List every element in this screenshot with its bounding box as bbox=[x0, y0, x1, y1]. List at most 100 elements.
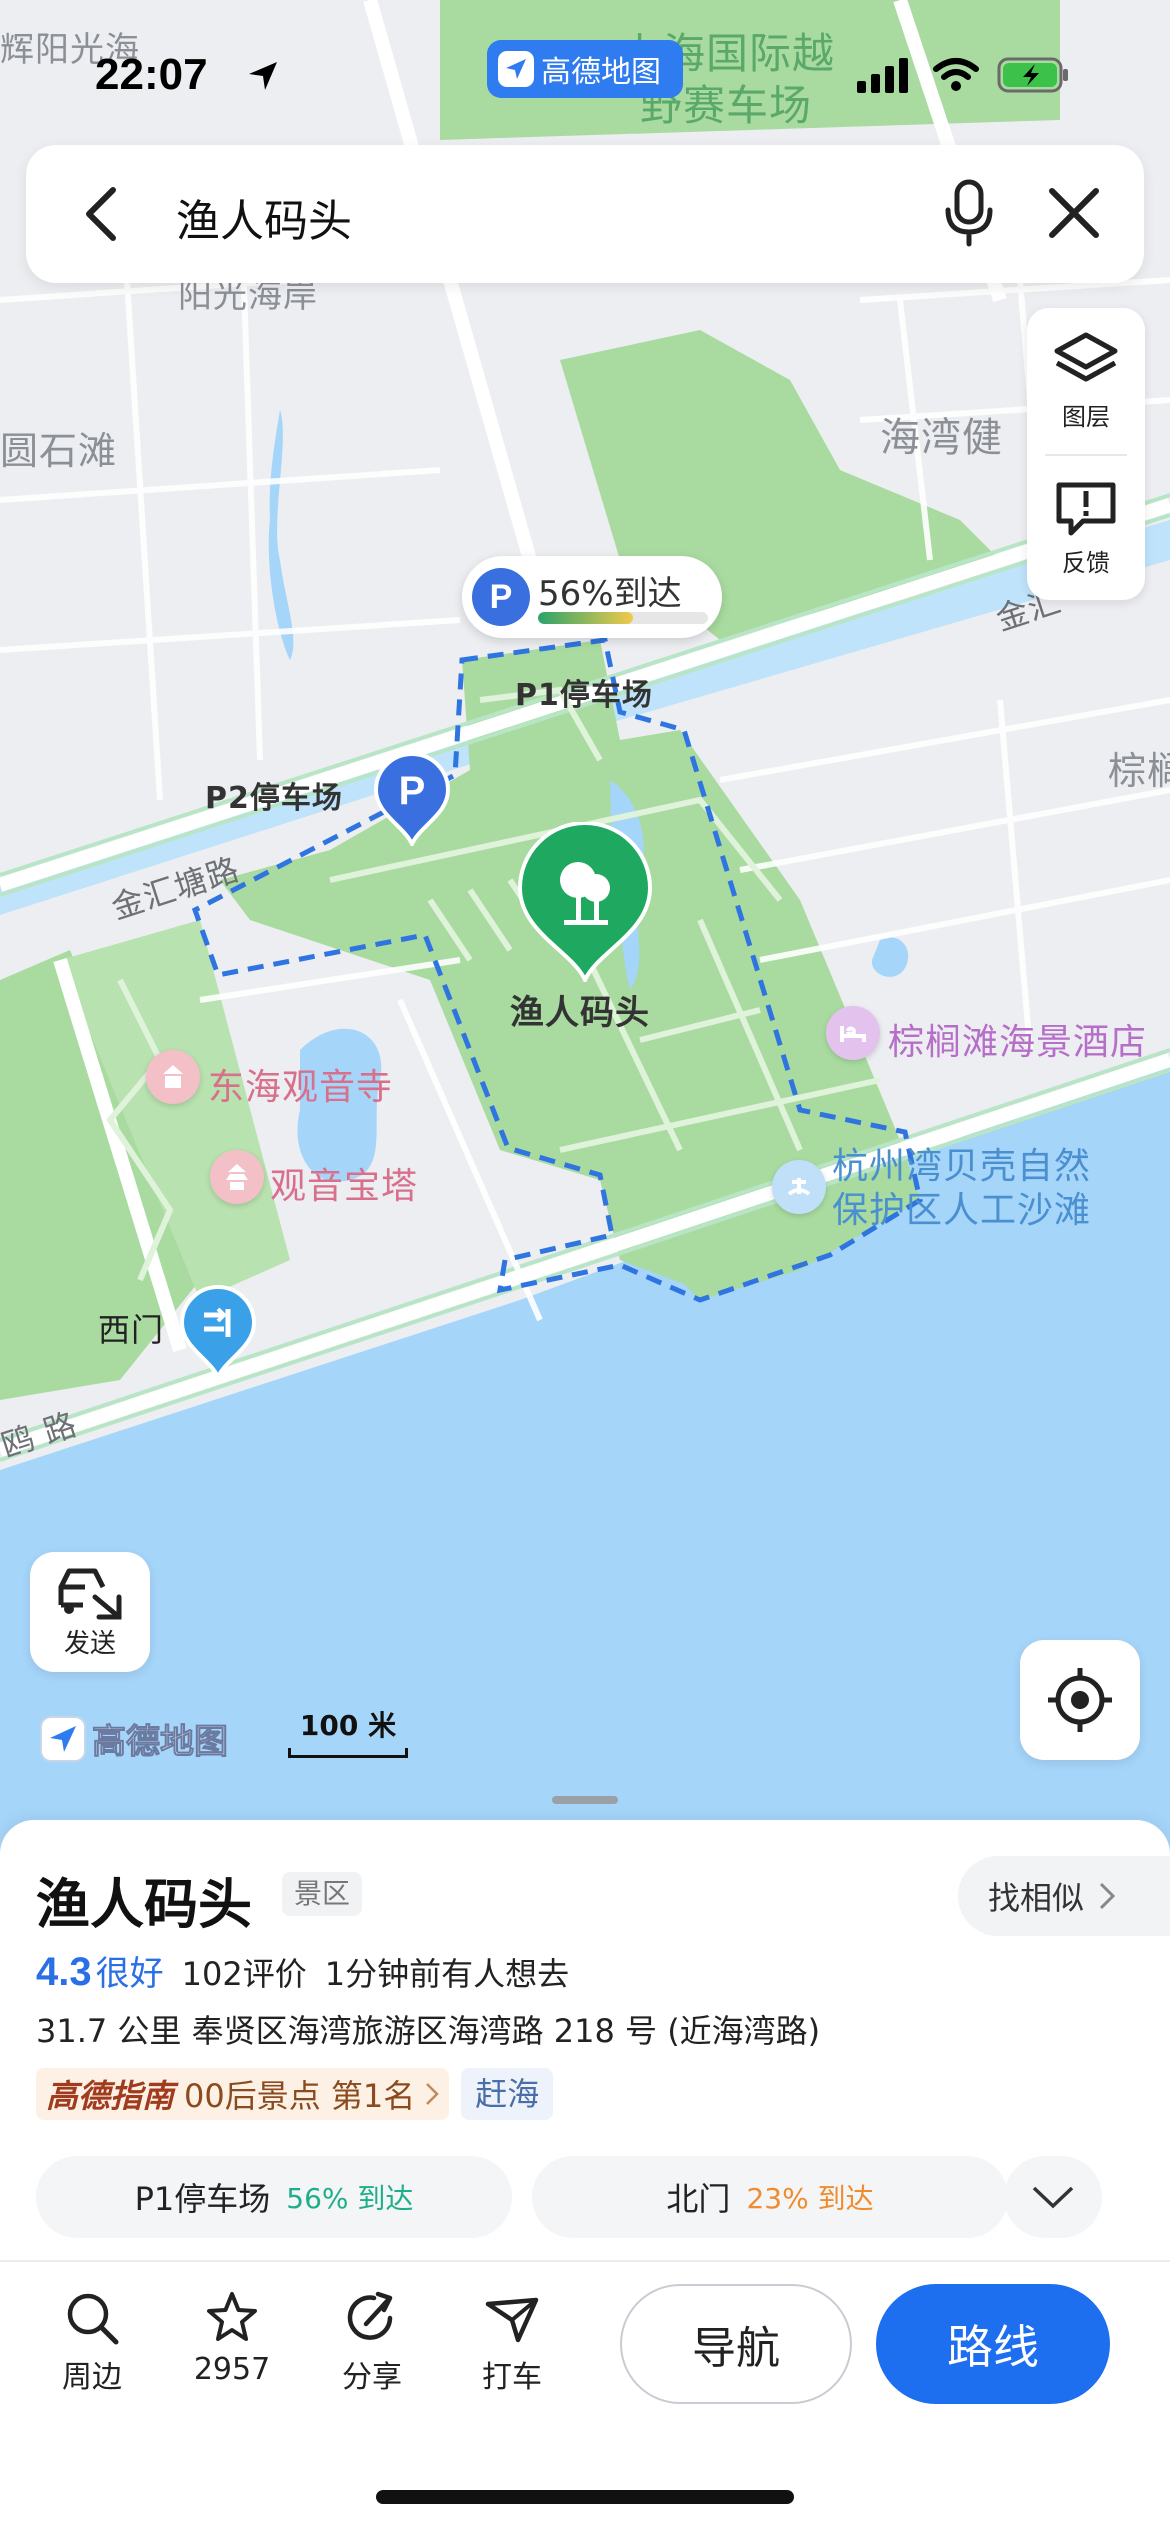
map-label: 棕榈 bbox=[1108, 749, 1170, 793]
navigate-label: 导航 bbox=[692, 2323, 780, 2374]
app-badge[interactable]: 高德地图 bbox=[487, 40, 683, 98]
entrance-name: 北门 bbox=[666, 2180, 731, 2218]
layers-icon bbox=[1054, 332, 1118, 381]
location-arrow-icon bbox=[245, 58, 281, 98]
distance-address: 31.7 公里 奉贤区海湾旅游区海湾路 218 号 (近海湾路) bbox=[36, 2012, 821, 2050]
find-similar-button[interactable]: 找相似 bbox=[958, 1856, 1170, 1936]
navigate-button[interactable]: 导航 bbox=[620, 2284, 852, 2404]
close-icon bbox=[1049, 188, 1099, 238]
poi-label-pagoda: 观音宝塔 bbox=[270, 1166, 419, 1207]
find-similar-label: 找相似 bbox=[988, 1879, 1085, 1917]
entrance-percent: 23% 到达 bbox=[746, 2182, 874, 2215]
route-button[interactable]: 路线 bbox=[876, 2284, 1110, 2404]
favorite-count: 2957 bbox=[193, 2352, 271, 2387]
clear-search-button[interactable] bbox=[1036, 175, 1112, 251]
favorite-button[interactable]: 2957 bbox=[172, 2290, 292, 2387]
entrance-pin-icon bbox=[179, 1285, 257, 1382]
gate-marker-west[interactable] bbox=[179, 1285, 257, 1382]
rating-row: 4.3 很好 102评价 1分钟前有人想去 bbox=[36, 1946, 569, 1995]
layers-label: 图层 bbox=[1062, 402, 1110, 431]
search-bar[interactable]: 渔人码头 bbox=[26, 145, 1144, 283]
share-button[interactable]: 分享 bbox=[312, 2290, 432, 2396]
parking-marker-p2[interactable]: P bbox=[373, 752, 451, 849]
share-label: 分享 bbox=[342, 2360, 402, 2395]
clock: 22:07 bbox=[95, 50, 208, 99]
taxi-label: 打车 bbox=[482, 2360, 542, 2395]
voice-search-button[interactable] bbox=[931, 175, 1007, 251]
guide-ranking-badge[interactable]: 高德指南 00后景点 第1名 bbox=[36, 2068, 450, 2120]
temple-icon[interactable] bbox=[146, 1050, 200, 1104]
poi-label-beach: 杭州湾贝壳自然 bbox=[832, 1146, 1092, 1187]
hotel-icon[interactable] bbox=[826, 1006, 880, 1060]
layers-button[interactable]: 图层 bbox=[1027, 308, 1145, 454]
feedback-label: 反馈 bbox=[1062, 548, 1110, 577]
map-view[interactable]: 辉阳光海 上海国际越 野赛车场 阳光海岸 圆石滩 海湾健 金汇 棕榈 P1停车场… bbox=[0, 0, 1170, 1880]
wanted-text: 1分钟前有人想去 bbox=[324, 1955, 570, 1993]
divider bbox=[0, 2260, 1170, 2262]
parking-label-p2: P2停车场 bbox=[205, 781, 343, 816]
parking-pin-icon: P bbox=[373, 752, 451, 849]
map-scale: 100 米 bbox=[288, 1704, 408, 1760]
status-bar: 22:07 高德地图 bbox=[0, 40, 1170, 120]
home-indicator[interactable] bbox=[376, 2490, 794, 2504]
poi-label-main: 渔人码头 bbox=[510, 993, 650, 1033]
nearby-button[interactable]: 周边 bbox=[32, 2290, 152, 2396]
entrance-chip[interactable]: 北门 23% 到达 bbox=[532, 2156, 1008, 2238]
action-bar: 周边 2957 分享 打车 导航 路线 bbox=[0, 2280, 1170, 2440]
map-watermark: 高德地图 bbox=[40, 1714, 229, 1763]
my-location-button[interactable] bbox=[1020, 1640, 1140, 1760]
feedback-icon bbox=[1056, 482, 1116, 535]
battery-charging-icon bbox=[997, 57, 1068, 93]
entrance-percent: 56% 到达 bbox=[286, 2182, 414, 2215]
parking-arrival-bar bbox=[538, 612, 708, 624]
signal-icon bbox=[857, 58, 908, 93]
place-title: 渔人码头 bbox=[36, 1873, 252, 1936]
amap-logo-icon bbox=[40, 1715, 86, 1762]
taxi-icon bbox=[485, 2297, 539, 2343]
guide-row: 高德指南 00后景点 第1名 赶海 bbox=[36, 2068, 554, 2120]
wifi-icon bbox=[933, 58, 979, 91]
review-count[interactable]: 102评价 bbox=[182, 1949, 307, 1995]
entrance-chip[interactable]: P1停车场 56% 到达 bbox=[36, 2156, 512, 2238]
entrance-list: P1停车场 56% 到达 北门 23% 到达 bbox=[36, 2156, 1136, 2238]
parking-arrival-bubble[interactable]: P 56%到达 bbox=[462, 556, 722, 638]
microphone-icon bbox=[945, 179, 993, 247]
poi-marker[interactable] bbox=[517, 821, 653, 986]
taxi-button[interactable]: 打车 bbox=[452, 2290, 572, 2396]
scale-label: 100 米 bbox=[299, 1709, 397, 1742]
send-to-car-button[interactable]: 发送 bbox=[30, 1552, 150, 1672]
nearby-label: 周边 bbox=[62, 2360, 122, 2395]
parking-icon: P bbox=[472, 568, 530, 626]
star-icon bbox=[207, 2292, 257, 2341]
poi-label-hotel: 棕榈滩海景酒店 bbox=[888, 1022, 1148, 1063]
parking-arrival-text: 56%到达 bbox=[538, 574, 682, 614]
rating-score: 4.3 bbox=[36, 1950, 92, 1994]
sheet-drag-handle[interactable] bbox=[552, 1796, 618, 1804]
app-badge-label: 高德地图 bbox=[541, 55, 661, 90]
crosshair-icon bbox=[1048, 1668, 1112, 1732]
guide-brand: 高德指南 bbox=[46, 2077, 175, 2115]
system-indicators bbox=[855, 56, 1071, 94]
expand-entrances-button[interactable] bbox=[1004, 2156, 1102, 2238]
scale-bar bbox=[288, 1748, 408, 1758]
send-label: 发送 bbox=[63, 1628, 116, 1659]
tree-pin-icon bbox=[517, 821, 653, 986]
poi-label-beach-2: 保护区人工沙滩 bbox=[832, 1190, 1092, 1231]
map-label: 圆石滩 bbox=[0, 429, 118, 473]
parking-label-p1: P1停车场 bbox=[515, 678, 653, 713]
chevron-right-icon bbox=[1099, 1882, 1116, 1910]
map-tools-panel: 图层 反馈 bbox=[1027, 308, 1145, 600]
chevron-left-icon bbox=[86, 187, 116, 241]
category-tag: 景区 bbox=[282, 1872, 363, 1916]
back-button[interactable] bbox=[66, 179, 136, 249]
beach-icon[interactable] bbox=[772, 1160, 826, 1214]
place-detail-sheet[interactable]: 渔人码头 景区 找相似 4.3 很好 102评价 1分钟前有人想去 31.7 公… bbox=[0, 1796, 1170, 2532]
poi-label-temple: 东海观音寺 bbox=[208, 1067, 394, 1108]
route-label: 路线 bbox=[947, 2320, 1039, 2374]
amap-logo-icon bbox=[498, 51, 534, 87]
watermark-label: 高德地图 bbox=[92, 1722, 229, 1763]
search-input[interactable]: 渔人码头 bbox=[176, 185, 352, 249]
feature-chip[interactable]: 赶海 bbox=[461, 2068, 554, 2120]
feedback-button[interactable]: 反馈 bbox=[1027, 454, 1145, 600]
pagoda-icon[interactable] bbox=[210, 1150, 264, 1204]
